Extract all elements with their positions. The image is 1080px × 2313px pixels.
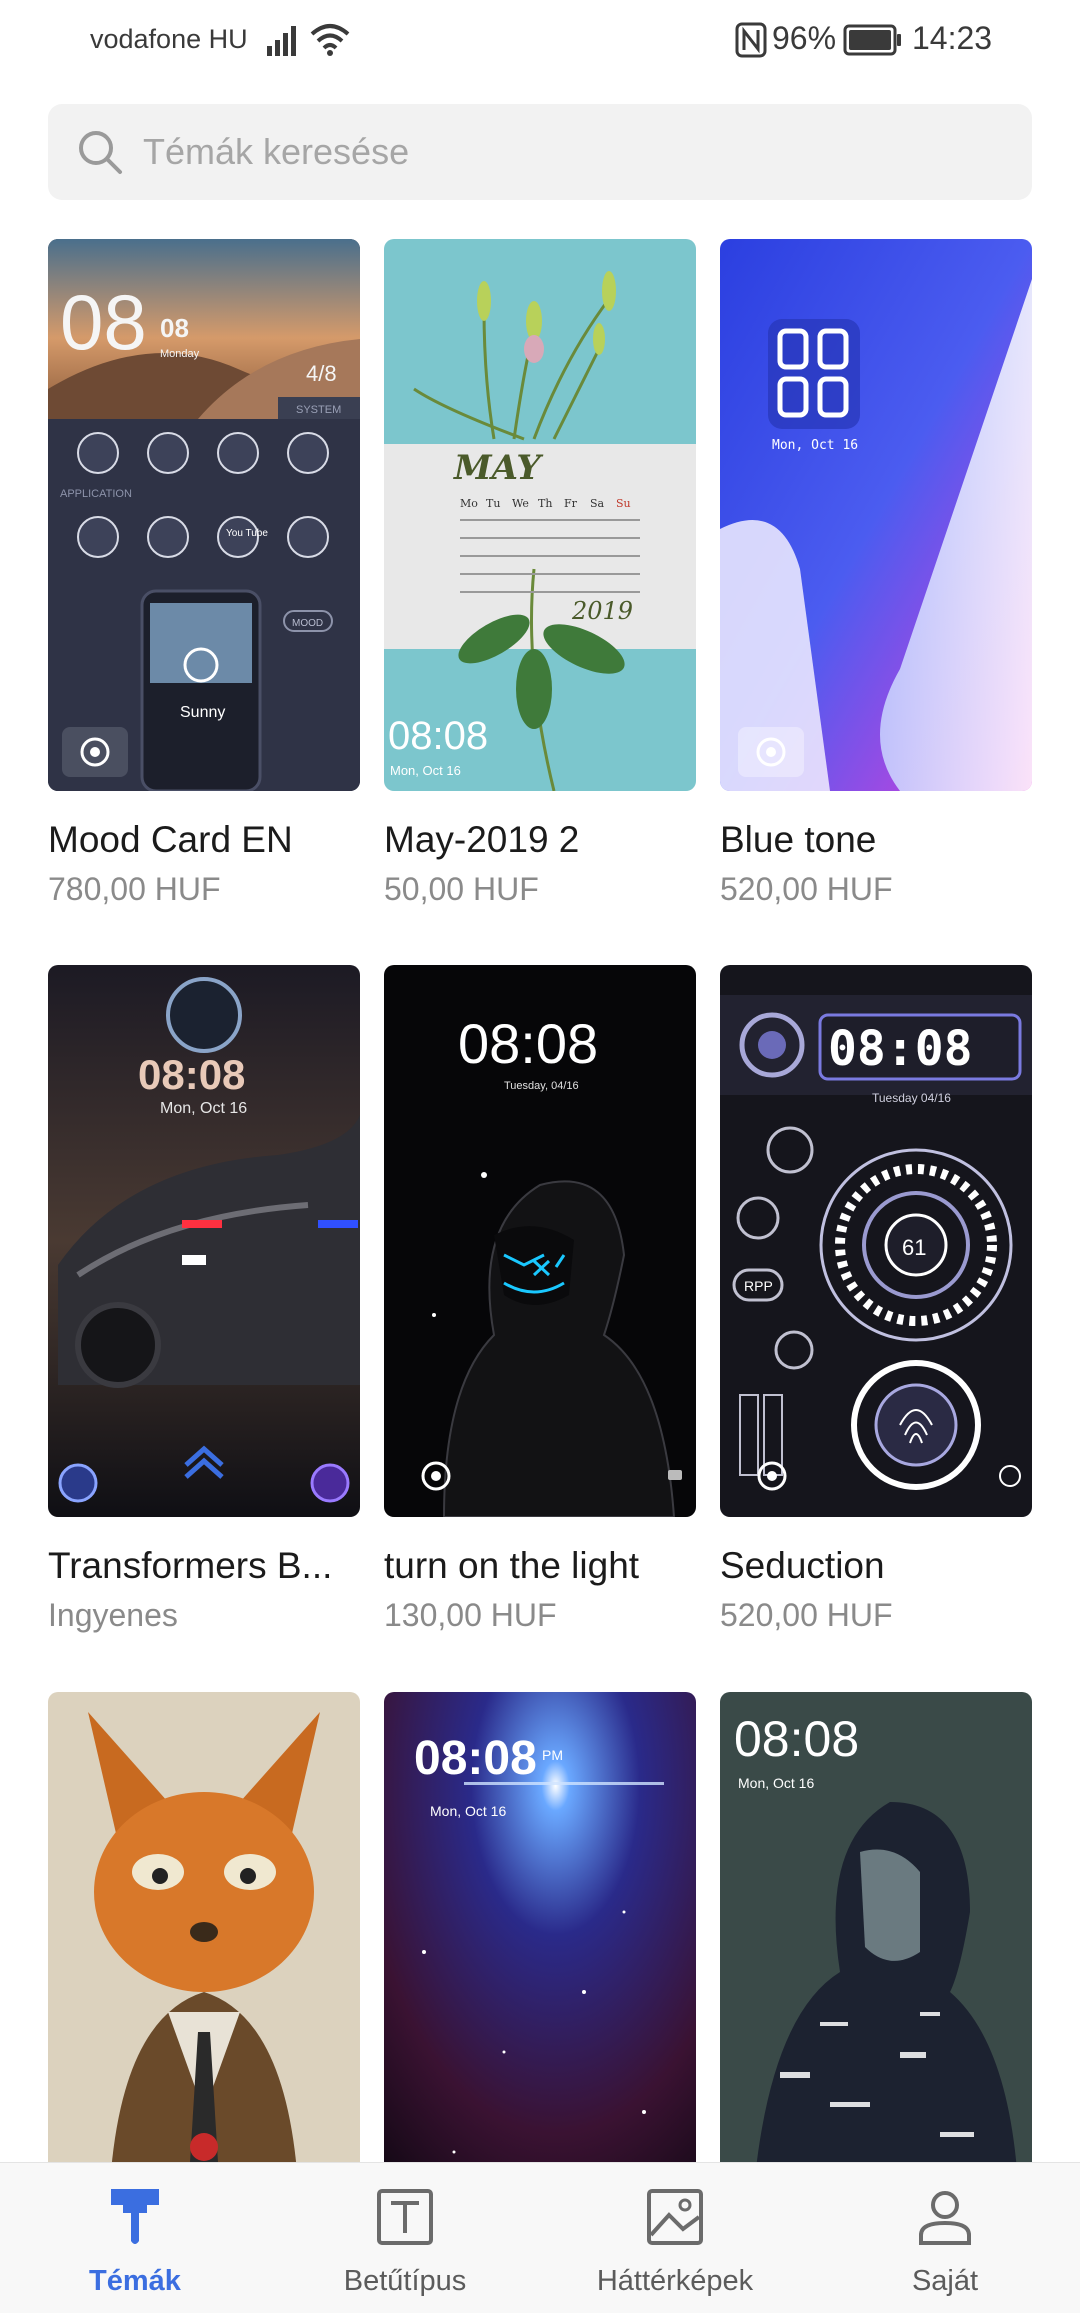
theme-title: Seduction [720,1545,885,1586]
nav-label: Háttérképek [596,2265,754,2297]
cosmic-date: Mon, Oct 16 [430,1803,506,1819]
mood-time: 08 [60,278,147,366]
nav-tab-mine[interactable]: Saját [810,2163,1080,2313]
search-input[interactable] [143,104,1003,200]
theme-title: Blue tone [720,819,877,860]
cosmic-ampm: PM [542,1747,563,1763]
may-date: Mon, Oct 16 [390,763,461,778]
transformers-date: Mon, Oct 16 [160,1100,247,1117]
theme-price: 50,00 HUF [384,871,539,907]
theme-title: May-2019 2 [384,819,580,860]
seduction-time: 08:08 [828,1021,973,1077]
paint-roller-icon [111,2189,159,2244]
light-date: Tuesday, 04/16 [504,1080,579,1092]
mood-weather-label: Sunny [180,704,225,721]
theme-price: Ingyenes [48,1597,178,1633]
may-year: 2019 [571,597,633,625]
light-time: 08:08 [458,1012,598,1075]
mood-youtube-label: You Tube [226,528,268,539]
theme-price: 780,00 HUF [48,871,221,907]
theme-title: turn on the light [384,1545,640,1586]
theme-price: 520,00 HUF [720,1597,893,1633]
search-bar[interactable] [48,104,1032,200]
nav-tab-wallpapers[interactable]: Háttérképek [540,2163,810,2313]
bottom-navigation: Témák Betűtípus Háttérképek Saját [0,2162,1080,2313]
theme-preview[interactable]: 08:08 Tuesday 04/16 61 RPP [720,965,1032,1517]
mood-mood-label: MOOD [292,618,323,629]
nav-tab-fonts[interactable]: Betűtípus [270,2163,540,2313]
theme-title: Transformers B... [48,1545,333,1586]
battery-icon [843,24,901,56]
status-bar: vodafone HU 96% 14:23 [0,0,1080,82]
may-weekday: Th [538,497,552,510]
may-weekday: Fr [564,497,578,510]
theme-preview[interactable]: 08:08 Mon, Oct 16 [48,965,360,1517]
signal-icon [267,26,296,56]
blue-date: Mon, Oct 16 [772,438,858,453]
theme-price: 130,00 HUF [384,1597,557,1633]
theme-preview[interactable]: 08:08 Tuesday, 04/16 [384,965,696,1517]
seduction-rpp-label: RPP [744,1278,773,1294]
theme-preview[interactable]: MAY Mo Tu We Th Fr Sa Su 2019 08:08 Mon,… [384,239,696,791]
cosmic-time: 08:08 [414,1732,537,1785]
may-weekday: Su [616,497,631,510]
wifi-icon [310,24,350,56]
hoodie-date: Mon, Oct 16 [738,1775,814,1791]
mood-system-label: SYSTEM [296,404,341,416]
theme-title: Mood Card EN [48,819,293,860]
search-icon [79,131,122,174]
may-weekday: We [512,497,529,510]
nfc-icon [735,22,767,58]
nav-label: Témák [89,2265,181,2297]
wallpaper-icon [647,2189,703,2245]
nav-tab-themes[interactable]: Témák [0,2163,270,2313]
status-clock: 14:23 [912,20,993,56]
seduction-gauge: 61 [902,1235,926,1260]
may-weekday: Mo [460,497,478,510]
may-time: 08:08 [388,714,488,758]
battery-percentage: 96% [772,20,837,56]
nav-label: Betűtípus [343,2265,467,2297]
mood-day: Monday [160,348,200,360]
hoodie-time: 08:08 [734,1711,859,1767]
may-month: MAY [453,448,543,488]
nav-label: Saját [911,2265,979,2297]
font-icon [377,2189,433,2245]
carrier-label: vodafone HU [90,24,248,54]
theme-preview[interactable]: Mon, Oct 16 [720,239,1032,791]
mood-application-label: APPLICATION [60,488,132,500]
seduction-date: Tuesday 04/16 [872,1091,951,1105]
theme-price: 520,00 HUF [720,871,893,907]
mood-time-small: 08 [160,313,189,343]
may-weekday: Sa [590,497,605,510]
transformers-time: 08:08 [138,1051,245,1098]
mood-date: 4/8 [306,361,337,386]
may-weekday: Tu [486,497,500,510]
theme-preview[interactable]: 08 08 Monday 4/8 SYSTEM APPLICATION You … [48,239,360,791]
person-icon [919,2191,971,2245]
